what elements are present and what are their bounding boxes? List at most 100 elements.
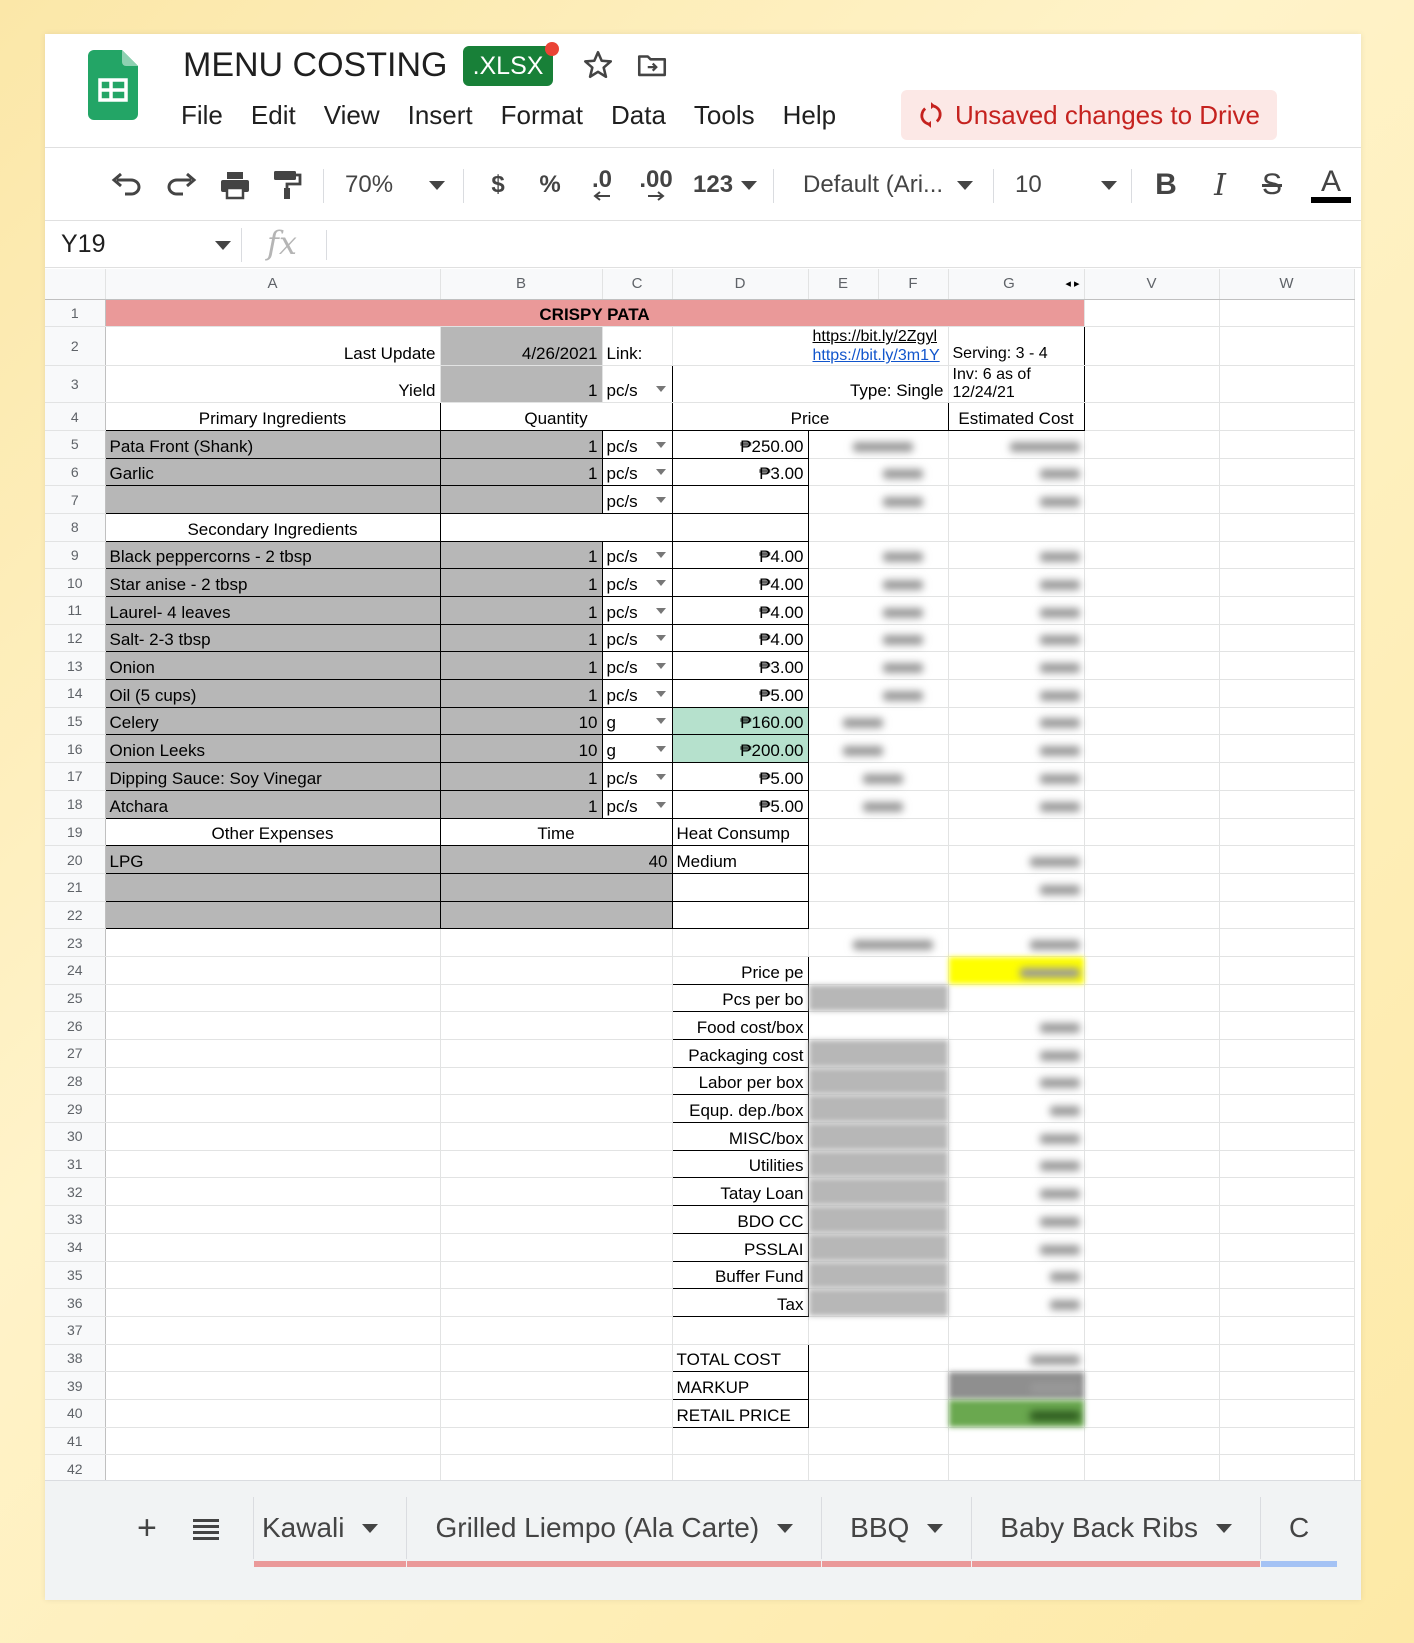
cell[interactable] — [672, 1427, 809, 1456]
link-label-cell[interactable]: Link: — [602, 326, 673, 367]
cell[interactable] — [439, 900, 673, 930]
cell[interactable] — [1084, 956, 1220, 985]
cell[interactable] — [440, 1261, 673, 1290]
cells-table[interactable]: A B C D E F G ◂ ▸ V W 1 CRISPY PATA 2 La… — [45, 269, 1355, 1480]
column-header-b[interactable]: B — [440, 269, 603, 300]
serving-cell[interactable]: Serving: 3 - 4 — [948, 326, 1085, 367]
unsaved-changes-button[interactable]: Unsaved changes to Drive — [901, 90, 1277, 140]
estimated-cost-header[interactable]: Estimated Cost — [947, 402, 1085, 431]
cell[interactable] — [1219, 596, 1355, 625]
cell[interactable] — [105, 1039, 441, 1068]
cell[interactable] — [440, 1205, 673, 1234]
row-header[interactable]: 7 — [45, 485, 106, 514]
cell[interactable] — [1084, 485, 1220, 514]
yield-unit-cell[interactable]: pc/s — [602, 365, 673, 404]
ingredient-name-cell[interactable]: Oil (5 cups) — [104, 679, 441, 708]
other-expenses-header[interactable]: Other Expenses — [104, 817, 441, 847]
cell[interactable] — [1219, 568, 1355, 597]
row-header[interactable]: 20 — [45, 845, 106, 874]
ingredient-qty-cell[interactable]: 1 — [439, 623, 603, 653]
last-update-cell[interactable]: 4/26/2021 — [440, 326, 603, 367]
ingredient-price-cell[interactable]: ₱3.00 — [671, 457, 809, 487]
ingredient-unit-cell[interactable]: pc/s — [601, 789, 673, 819]
row-header[interactable]: 16 — [45, 734, 106, 764]
cell[interactable] — [1084, 1011, 1220, 1040]
row-header[interactable]: 30 — [45, 1122, 106, 1151]
sheet-tab[interactable]: Grilled Liempo (Ala Carte) — [406, 1497, 821, 1567]
chevron-down-icon[interactable] — [1215, 1523, 1232, 1533]
cell[interactable] — [440, 1094, 673, 1124]
cell[interactable] — [1084, 1316, 1220, 1345]
cell[interactable] — [105, 1233, 441, 1262]
row-header[interactable]: 4 — [45, 402, 106, 431]
cell[interactable] — [1219, 1011, 1355, 1040]
row-header[interactable]: 40 — [45, 1399, 106, 1428]
cell[interactable] — [439, 872, 673, 902]
row-header[interactable]: 31 — [45, 1150, 106, 1179]
dropdown-icon[interactable] — [655, 552, 666, 559]
cost-label-cell[interactable]: Pcs per bo — [671, 983, 809, 1013]
strikethrough-button[interactable]: S — [1257, 163, 1287, 207]
ingredient-name-cell[interactable]: Laurel- 4 leaves — [104, 596, 441, 625]
cell[interactable] — [1219, 458, 1355, 487]
cell[interactable] — [1219, 928, 1355, 957]
ingredient-qty-cell[interactable] — [439, 485, 603, 514]
cell[interactable] — [1219, 624, 1355, 653]
ingredient-name-cell[interactable]: Salt- 2-3 tbsp — [104, 623, 441, 653]
cell[interactable] — [440, 1150, 673, 1179]
chevron-down-icon[interactable] — [927, 1523, 944, 1533]
ingredient-qty-cell[interactable]: 1 — [439, 429, 603, 459]
cost-label-cell[interactable]: Price pe — [671, 955, 809, 985]
column-header-e[interactable]: E — [808, 269, 879, 300]
cell[interactable] — [104, 872, 441, 902]
ingredient-price-cell[interactable]: ₱4.00 — [671, 568, 809, 597]
ingredient-unit-cell[interactable]: pc/s — [601, 568, 673, 597]
cell[interactable] — [672, 1316, 809, 1345]
cell[interactable] — [105, 1371, 441, 1400]
ingredient-qty-cell[interactable]: 1 — [439, 457, 603, 487]
cell[interactable] — [440, 956, 673, 985]
ingredient-price-cell[interactable]: ₱4.00 — [671, 540, 809, 570]
column-header-g[interactable]: G ◂ ▸ — [948, 269, 1085, 300]
cell[interactable] — [1084, 1427, 1220, 1456]
ingredient-name-cell[interactable]: Dipping Sauce: Soy Vinegar — [104, 762, 441, 791]
ingredient-name-cell[interactable]: Onion — [104, 651, 441, 681]
cell[interactable] — [1219, 956, 1355, 985]
sheet-tab[interactable]: C — [1259, 1497, 1338, 1567]
cost-label-cell[interactable]: Utilities — [671, 1149, 809, 1179]
cell[interactable] — [1219, 1316, 1355, 1345]
menu-help[interactable]: Help — [783, 100, 836, 131]
row-header[interactable]: 25 — [45, 984, 106, 1013]
cell[interactable] — [440, 1067, 673, 1096]
secondary-ingredients-header[interactable]: Secondary Ingredients — [104, 512, 441, 542]
cell[interactable] — [105, 984, 441, 1013]
lpg-heat-cell[interactable]: Medium — [671, 845, 809, 874]
cost-label-cell[interactable]: Equp. dep./box — [671, 1094, 809, 1124]
row-header[interactable]: 6 — [45, 458, 106, 487]
ingredient-qty-cell[interactable]: 1 — [439, 762, 603, 791]
cell[interactable] — [105, 956, 441, 985]
cell[interactable] — [1084, 1177, 1220, 1207]
cell[interactable] — [105, 1205, 441, 1234]
links-cell[interactable]: https://bit.ly/2Zgyl https://bit.ly/3m1Y — [672, 326, 949, 367]
chevron-down-icon[interactable] — [215, 241, 231, 250]
dropdown-icon[interactable] — [655, 663, 666, 670]
row-header[interactable]: 9 — [45, 541, 106, 570]
dropdown-icon[interactable] — [655, 441, 666, 448]
cell[interactable] — [1219, 365, 1355, 404]
cell[interactable] — [671, 512, 809, 542]
lpg-time-cell[interactable]: 40 — [439, 845, 673, 874]
ingredient-price-cell[interactable]: ₱200.00 — [671, 734, 809, 764]
cell[interactable] — [1219, 1233, 1355, 1262]
cost-label-cell[interactable]: PSSLAI — [671, 1232, 809, 1262]
ingredient-unit-cell[interactable]: pc/s — [601, 762, 673, 791]
cell[interactable] — [1084, 1039, 1220, 1068]
ingredient-name-cell[interactable]: Star anise - 2 tbsp — [104, 568, 441, 597]
row-header[interactable]: 15 — [45, 707, 106, 736]
cell[interactable] — [1219, 790, 1355, 819]
menu-format[interactable]: Format — [501, 100, 583, 131]
menu-file[interactable]: File — [181, 100, 223, 131]
cell[interactable] — [440, 1039, 673, 1068]
ingredient-name-cell[interactable]: Onion Leeks — [104, 734, 441, 764]
sheet-tab[interactable]: Baby Back Ribs — [971, 1497, 1260, 1567]
